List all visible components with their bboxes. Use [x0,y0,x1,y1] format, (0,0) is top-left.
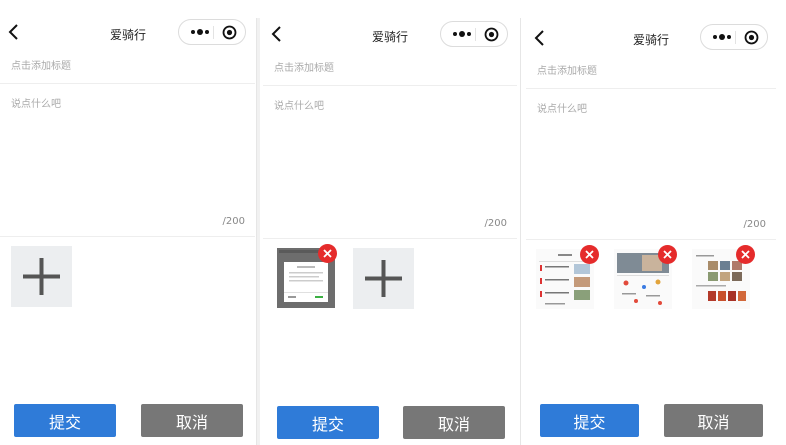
cancel-button[interactable]: 取消 [664,404,763,437]
target-close-icon[interactable] [222,25,237,40]
cancel-button[interactable]: 取消 [141,404,243,437]
target-close-icon[interactable] [744,30,759,45]
chevron-left-icon [8,24,18,40]
screen-2: 爱骑行 点击添加标题 说点什么吧 /200 提交 取消 [263,0,517,445]
content-placeholder: 说点什么吧 [11,99,61,110]
char-counter: /200 [222,216,245,227]
title-input[interactable]: 点击添加标题 [526,55,776,89]
page-title: 爱骑行 [632,33,670,47]
target-close-icon[interactable] [484,27,499,42]
back-button[interactable] [7,23,29,45]
capsule-divider [475,28,476,41]
screen-divider [520,18,521,445]
content-placeholder: 说点什么吧 [274,101,324,112]
back-button[interactable] [533,29,555,51]
back-button[interactable] [270,25,292,47]
add-image-button[interactable] [353,248,414,309]
screen-1: 爱骑行 点击添加标题 说点什么吧 /200 提交 取消 [0,0,255,445]
mini-program-capsule [440,21,508,47]
delete-image-button[interactable] [580,245,599,264]
content-textarea[interactable]: 说点什么吧 /200 [0,85,255,237]
content-textarea[interactable]: 说点什么吧 /200 [263,87,517,239]
close-x-icon [663,250,672,259]
plus-icon [23,258,60,295]
cancel-button[interactable]: 取消 [403,406,505,439]
more-dots-icon[interactable] [712,32,734,42]
more-dots-icon[interactable] [190,27,212,37]
plus-icon [365,260,402,297]
content-placeholder: 说点什么吧 [537,104,587,115]
capsule-divider [735,31,736,44]
chevron-left-icon [534,30,544,46]
mini-program-capsule [700,24,768,50]
delete-image-button[interactable] [318,244,337,263]
add-image-button[interactable] [11,246,72,307]
screen-divider [256,18,260,445]
close-x-icon [741,250,750,259]
page-title: 爱骑行 [109,28,147,42]
close-x-icon [323,249,332,258]
char-counter: /200 [484,218,507,229]
submit-button[interactable]: 提交 [14,404,116,437]
mini-program-capsule [178,19,246,45]
screen-3: 爱骑行 点击添加标题 说点什么吧 /200 提交 取消 [526,0,786,445]
capsule-divider [213,26,214,39]
close-x-icon [585,250,594,259]
title-input[interactable]: 点击添加标题 [0,50,255,84]
more-dots-icon[interactable] [452,29,474,39]
submit-button[interactable]: 提交 [277,406,379,439]
title-input[interactable]: 点击添加标题 [263,52,517,86]
delete-image-button[interactable] [736,245,755,264]
chevron-left-icon [271,26,281,42]
content-textarea[interactable]: 说点什么吧 /200 [526,90,776,240]
delete-image-button[interactable] [658,245,677,264]
char-counter: /200 [743,219,766,230]
submit-button[interactable]: 提交 [540,404,639,437]
page-title: 爱骑行 [371,30,409,44]
